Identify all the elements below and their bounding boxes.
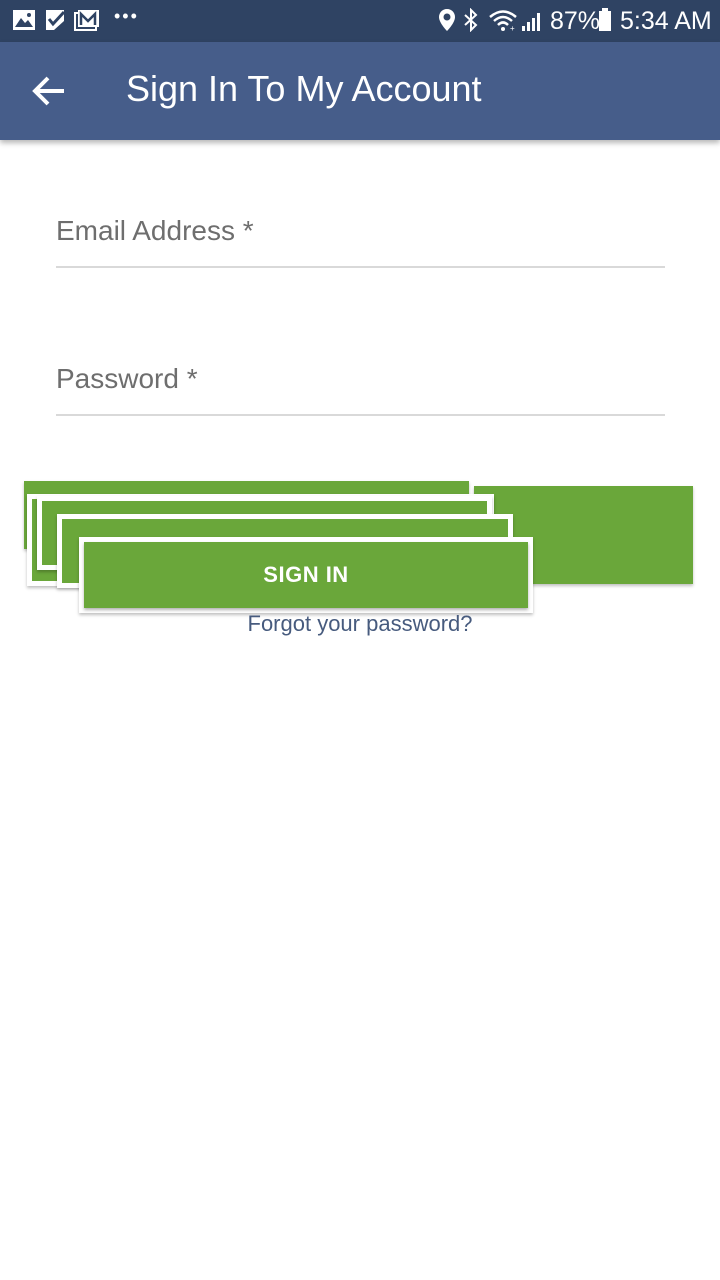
sign-in-button[interactable]: SIGN IN — [84, 542, 528, 608]
signal-icon — [520, 10, 544, 37]
location-icon — [438, 8, 456, 37]
wifi-icon: + — [488, 9, 518, 36]
status-bar: ••• + 87% 5:34 AM — [0, 0, 720, 42]
email-field — [56, 196, 665, 268]
forgot-password-link[interactable]: Forgot your password? — [0, 611, 720, 637]
arrow-left-icon — [32, 76, 64, 106]
check-notification-icon — [44, 9, 68, 36]
overflow-dots: ••• — [114, 6, 139, 26]
password-field — [56, 344, 665, 416]
email-input[interactable] — [56, 196, 665, 266]
gallery-icon — [12, 9, 36, 36]
battery-percent: 87% — [550, 7, 601, 35]
page-title: Sign In To My Account — [126, 68, 482, 109]
app-bar: Sign In To My Account — [0, 42, 720, 140]
mail-icon — [74, 9, 100, 36]
back-button[interactable] — [20, 62, 78, 120]
clock: 5:34 AM — [620, 7, 712, 35]
bluetooth-icon — [463, 7, 479, 37]
password-input[interactable] — [56, 344, 665, 414]
svg-text:+: + — [510, 24, 515, 31]
battery-icon — [598, 8, 612, 37]
